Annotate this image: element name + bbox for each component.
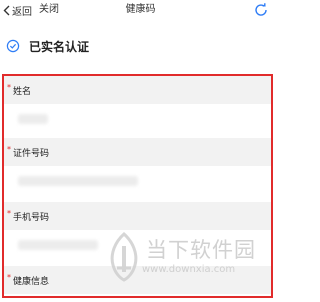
page-title: 健康码 xyxy=(125,4,156,15)
field-label-health-info: 健康信息 xyxy=(13,276,50,287)
required-mark: * xyxy=(7,145,11,154)
refresh-button[interactable] xyxy=(253,2,269,18)
field-header-id-number: * 证件号码 xyxy=(4,138,271,166)
site-watermark: 当下软件园 www.downxia.com xyxy=(104,232,269,286)
required-mark: * xyxy=(7,273,11,282)
redacted-value xyxy=(18,240,98,250)
watermark-title: 当下软件园 xyxy=(146,238,256,262)
check-circle-icon xyxy=(6,39,20,53)
field-label-phone: 手机号码 xyxy=(13,212,50,223)
refresh-icon xyxy=(255,3,267,16)
watermark-url: www.downxia.com xyxy=(142,264,236,275)
field-header-phone: * 手机号码 xyxy=(4,202,271,230)
redacted-value xyxy=(18,114,48,124)
field-label-id-number: 证件号码 xyxy=(13,148,50,159)
field-label-name: 姓名 xyxy=(13,86,32,97)
id-number-field[interactable] xyxy=(4,166,271,196)
required-mark: * xyxy=(7,83,11,92)
required-mark: * xyxy=(7,209,11,218)
name-field[interactable] xyxy=(4,104,271,134)
watermark-logo-icon xyxy=(104,232,144,282)
redacted-value xyxy=(18,176,138,186)
verified-label: 已实名认证 xyxy=(29,39,90,54)
verified-status: 已实名认证 xyxy=(0,32,281,60)
field-header-name: * 姓名 xyxy=(4,76,271,104)
navigation-bar: 返回 关闭 健康码 xyxy=(0,0,281,20)
